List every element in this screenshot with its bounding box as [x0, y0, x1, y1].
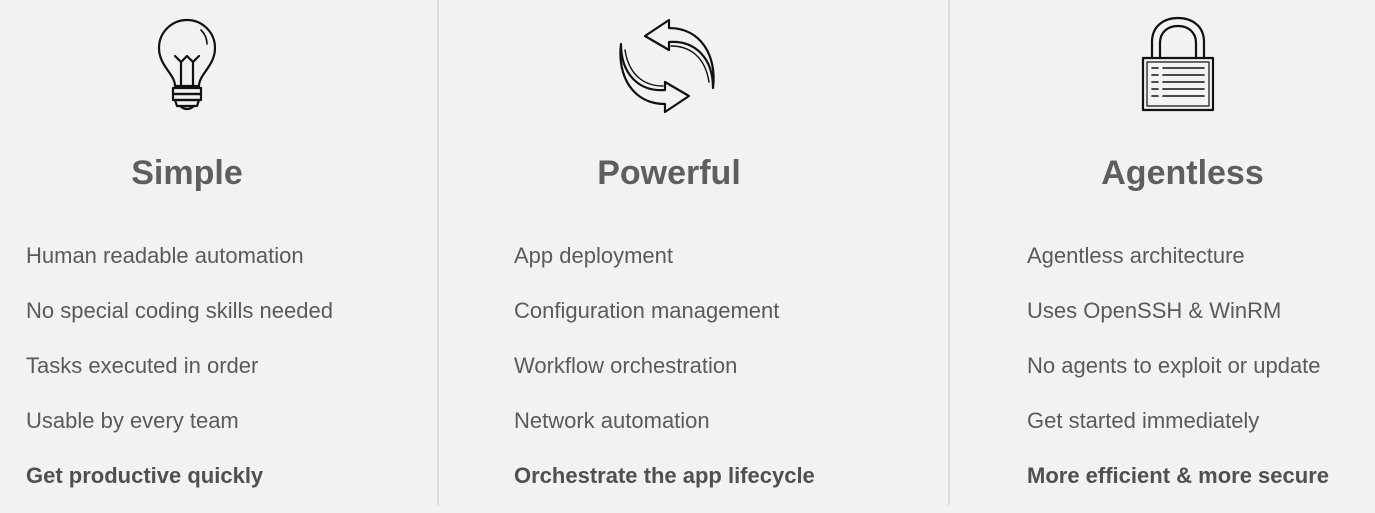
list-item: Usable by every team: [26, 408, 239, 433]
feature-title: Simple: [131, 154, 243, 192]
list-item: Uses OpenSSH & WinRM: [1027, 298, 1282, 323]
list-item: Agentless architecture: [1027, 243, 1245, 268]
feature-title: Agentless: [1101, 154, 1264, 192]
feature-column-powerful: Powerful App deployment Configuration ma…: [439, 0, 948, 505]
list-item: Tasks executed in order: [26, 353, 259, 378]
feature-list: App deployment Configuration management …: [514, 238, 815, 513]
list-item: Network automation: [514, 408, 710, 433]
list-item: App deployment: [514, 243, 673, 268]
feature-column-simple: Simple Human readable automation No spec…: [0, 0, 437, 505]
list-item: Get started immediately: [1027, 408, 1260, 433]
list-item: No agents to exploit or update: [1027, 353, 1321, 378]
list-item: No special coding skills needed: [26, 298, 333, 323]
list-item: Configuration management: [514, 298, 780, 323]
list-item: Workflow orchestration: [514, 353, 738, 378]
feature-title: Powerful: [597, 154, 741, 192]
lightbulb-icon: [137, 16, 237, 116]
feature-column-agentless: Agentless Agentless architecture Uses Op…: [950, 0, 1375, 505]
sync-arrows-icon: [617, 16, 717, 116]
feature-list: Agentless architecture Uses OpenSSH & Wi…: [1027, 238, 1329, 513]
padlock-icon: [1128, 16, 1228, 116]
list-item: Human readable automation: [26, 243, 304, 268]
feature-list: Human readable automation No special cod…: [26, 238, 333, 513]
features-section: Simple Human readable automation No spec…: [0, 0, 1375, 505]
